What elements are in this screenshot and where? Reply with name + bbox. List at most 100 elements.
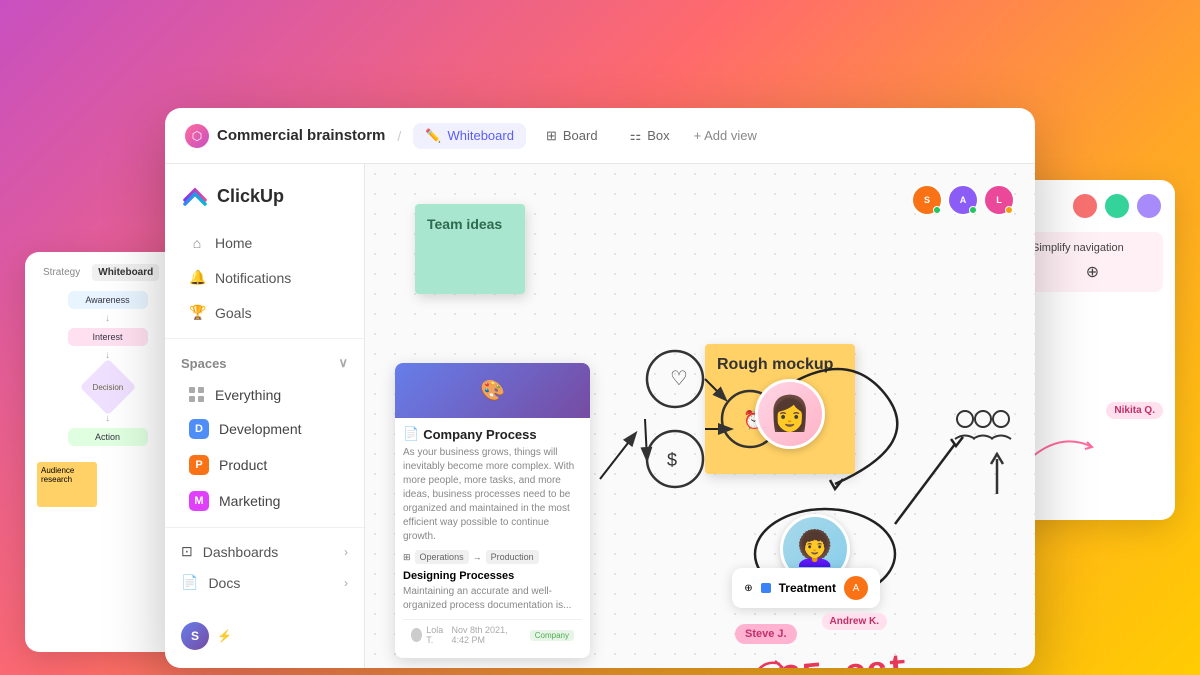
grid-icon-sm: ⊞ — [403, 552, 411, 563]
docs-label: Docs — [208, 575, 240, 591]
flowchart: Awareness ↓ Interest ↓ Decision ↓ Action — [37, 291, 178, 446]
flow-awareness: Awareness — [68, 291, 148, 309]
whiteboard-label: Whiteboard — [447, 128, 513, 143]
flow-decision: Decision — [92, 383, 123, 392]
right-avatar-3 — [1135, 192, 1163, 220]
arrow-icon: → — [473, 552, 482, 562]
avatar-1-initial: S — [924, 195, 930, 205]
date-handwritten: 25 oct — [778, 648, 911, 668]
dashboards-label: Dashboards — [203, 544, 279, 560]
product-label: Product — [219, 457, 267, 473]
avatar-1: S — [911, 184, 943, 216]
dashboards-icon: ⊡ — [181, 543, 193, 560]
add-view-button[interactable]: + Add view — [694, 128, 757, 143]
grid-icon — [189, 387, 205, 403]
process-card-title: 📄 Company Process — [403, 426, 582, 442]
home-label: Home — [215, 235, 252, 251]
spaces-header: Spaces ∨ — [165, 347, 364, 379]
face-photo-woman-standing: 👩 — [755, 379, 825, 449]
process-title-text: Company Process — [423, 427, 536, 442]
header-separator: / — [397, 128, 401, 144]
avatar-2: A — [947, 184, 979, 216]
right-avatar-2 — [1103, 192, 1131, 220]
right-avatars — [1022, 192, 1163, 220]
process-subtitle: Designing Processes — [403, 570, 582, 582]
tab-board[interactable]: ⊞ Board — [534, 123, 610, 149]
marketing-label: Marketing — [219, 493, 280, 509]
nav-notifications[interactable]: 🔔 Notifications — [173, 261, 356, 294]
tab-box[interactable]: ⚏ Box — [618, 123, 682, 149]
avatar-3: L — [983, 184, 1015, 216]
simplify-card: Simplify navigation ⊕ — [1022, 232, 1163, 292]
process-card[interactable]: 🎨 📄 Company Process As your business gro… — [395, 363, 590, 658]
svg-text:$: $ — [667, 450, 677, 470]
flow-diamond: Decision — [79, 359, 136, 416]
sidebar-divider — [165, 338, 364, 339]
steve-badge-text: Steve J. — [745, 628, 787, 640]
product-badge: P — [189, 455, 209, 475]
strategy-tab[interactable]: Strategy — [37, 264, 86, 281]
sidebar-divider-2 — [165, 527, 364, 528]
everything-label: Everything — [215, 387, 281, 403]
notifications-label: Notifications — [215, 270, 291, 286]
spaces-label: Spaces — [181, 356, 227, 371]
flow-action: Action — [68, 428, 148, 446]
project-icon: ⬡ — [185, 124, 209, 148]
nav-product[interactable]: P Product — [173, 448, 356, 482]
whiteboard-tab-bg[interactable]: Whiteboard — [92, 264, 159, 281]
andrew-badge: Andrew K. — [822, 613, 887, 630]
nav-dashboards[interactable]: ⊡ Dashboards › — [165, 536, 364, 567]
flow-interest: Interest — [68, 328, 148, 346]
home-icon: ⌂ — [189, 235, 205, 251]
nav-home[interactable]: ⌂ Home — [173, 227, 356, 259]
cursor-crosshair: ⊕ — [1032, 262, 1153, 282]
add-view-label: + Add view — [694, 128, 757, 143]
flow-arrow-1: ↓ — [37, 313, 178, 324]
flow-arrow-3: ↓ — [37, 413, 178, 424]
user-avatar[interactable]: S — [181, 622, 209, 650]
post-date: Nov 8th 2021, 4:42 PM — [452, 625, 526, 645]
audience-sticky: Audience research — [37, 462, 97, 507]
date-text: 25 oct — [778, 648, 911, 668]
whiteboard-icon: ✏️ — [425, 128, 441, 144]
goals-icon: 🏆 — [189, 304, 205, 321]
status-dot-1 — [933, 206, 941, 214]
process-card-body: 📄 Company Process As your business grows… — [395, 418, 590, 658]
box-icon: ⚏ — [630, 128, 642, 144]
status-dot-3 — [1005, 206, 1013, 214]
tab-whiteboard[interactable]: ✏️ Whiteboard — [413, 123, 526, 149]
audience-sticky-text: Audience research — [41, 466, 74, 484]
nav-development[interactable]: D Development — [173, 412, 356, 446]
user-section: S ⚡ — [165, 612, 364, 660]
docs-chevron: › — [344, 576, 348, 590]
status-dot-2 — [969, 206, 977, 214]
nav-marketing[interactable]: M Marketing — [173, 484, 356, 518]
clickup-logo-icon — [181, 182, 209, 210]
app-window: ⬡ Commercial brainstorm / ✏️ Whiteboard … — [165, 108, 1035, 668]
nav-docs[interactable]: 📄 Docs › — [165, 567, 364, 598]
andrew-text: Andrew K. — [830, 616, 879, 627]
right-avatar-1 — [1071, 192, 1099, 220]
dashboards-chevron: › — [344, 545, 348, 559]
process-card-footer: Lola T. Nov 8th 2021, 4:42 PM Company — [403, 619, 582, 650]
sidebar: ClickUp ⌂ Home 🔔 Notifications 🏆 Goals S… — [165, 164, 365, 668]
treatment-color — [761, 583, 771, 593]
board-icon: ⊞ — [546, 128, 557, 144]
app-body: ClickUp ⌂ Home 🔔 Notifications 🏆 Goals S… — [165, 164, 1035, 668]
board-label: Board — [563, 128, 598, 143]
app-header: ⬡ Commercial brainstorm / ✏️ Whiteboard … — [165, 108, 1035, 164]
sticky-yellow-text: Rough mockup — [717, 356, 833, 373]
chevron-icon: ∨ — [338, 355, 348, 371]
avatar-2-initial: A — [960, 195, 967, 205]
app-logo: ClickUp — [165, 172, 364, 226]
nav-goals[interactable]: 🏆 Goals — [173, 296, 356, 329]
company-tag: Company — [530, 630, 574, 641]
whiteboard-canvas[interactable]: S A L Team ideas Rough mockup — [365, 164, 1035, 668]
simplify-text: Simplify navigation — [1032, 242, 1124, 254]
sticky-note-team-ideas[interactable]: Team ideas — [415, 204, 525, 294]
flow-section2: Production — [486, 550, 539, 564]
steve-badge: Steve J. — [735, 624, 797, 644]
docs-icon: 📄 — [181, 574, 198, 591]
nav-everything[interactable]: Everything — [173, 380, 356, 410]
treatment-badge: ⊕ Treatment A — [732, 568, 880, 608]
